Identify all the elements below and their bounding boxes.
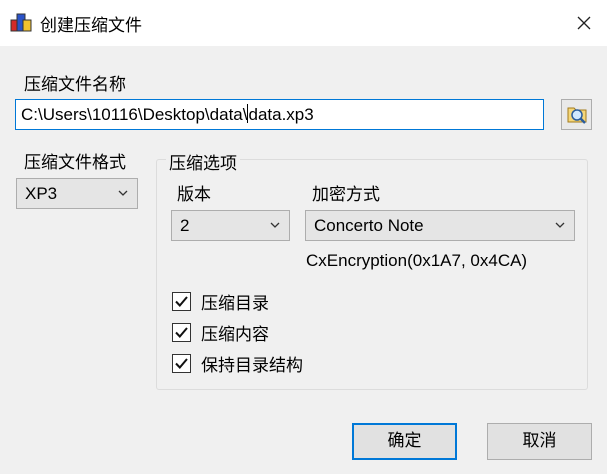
format-value: XP3 <box>25 184 58 203</box>
options-legend: 压缩选项 <box>166 149 240 174</box>
close-icon <box>577 16 591 30</box>
encryption-select[interactable]: Concerto Note <box>305 210 575 241</box>
format-select[interactable]: XP3 <box>16 178 138 209</box>
keep-directory-structure-label[interactable]: 保持目录结构 <box>201 351 303 376</box>
cancel-button[interactable]: 取消 <box>487 423 592 460</box>
compress-content-checkbox[interactable] <box>172 323 191 342</box>
browse-magnifier-icon <box>567 107 586 124</box>
app-icon <box>10 13 32 32</box>
chevron-down-icon <box>118 190 128 196</box>
compress-directory-checkbox[interactable] <box>172 292 191 311</box>
window-title: 创建压缩文件 <box>40 16 142 36</box>
compress-content-label[interactable]: 压缩内容 <box>201 320 269 345</box>
version-value: 2 <box>180 216 190 235</box>
filename-label: 压缩文件名称 <box>24 75 126 95</box>
browse-button[interactable] <box>561 99 592 130</box>
encryption-label: 加密方式 <box>312 185 380 205</box>
encryption-value: Concerto Note <box>314 216 424 235</box>
chevron-down-icon <box>270 222 280 228</box>
title-bar: 创建压缩文件 <box>0 0 607 46</box>
checkmark-icon <box>175 358 188 369</box>
encryption-detail: CxEncryption(0x1A7, 0x4CA) <box>306 251 528 270</box>
format-label: 压缩文件格式 <box>24 153 126 173</box>
chevron-down-icon <box>555 222 565 228</box>
ok-button[interactable]: 确定 <box>352 423 457 460</box>
path-after-caret: data.xp3 <box>248 105 314 124</box>
version-label: 版本 <box>177 185 211 205</box>
keep-directory-structure-checkbox[interactable] <box>172 354 191 373</box>
path-before-caret: C:\Users\10116\Desktop\data\ <box>21 105 248 124</box>
version-select[interactable]: 2 <box>171 210 290 241</box>
filename-input[interactable]: C:\Users\10116\Desktop\data\data.xp3 <box>15 99 544 130</box>
close-button[interactable] <box>561 0 607 46</box>
compress-directory-label[interactable]: 压缩目录 <box>201 289 269 314</box>
checkmark-icon <box>175 296 188 307</box>
checkmark-icon <box>175 327 188 338</box>
